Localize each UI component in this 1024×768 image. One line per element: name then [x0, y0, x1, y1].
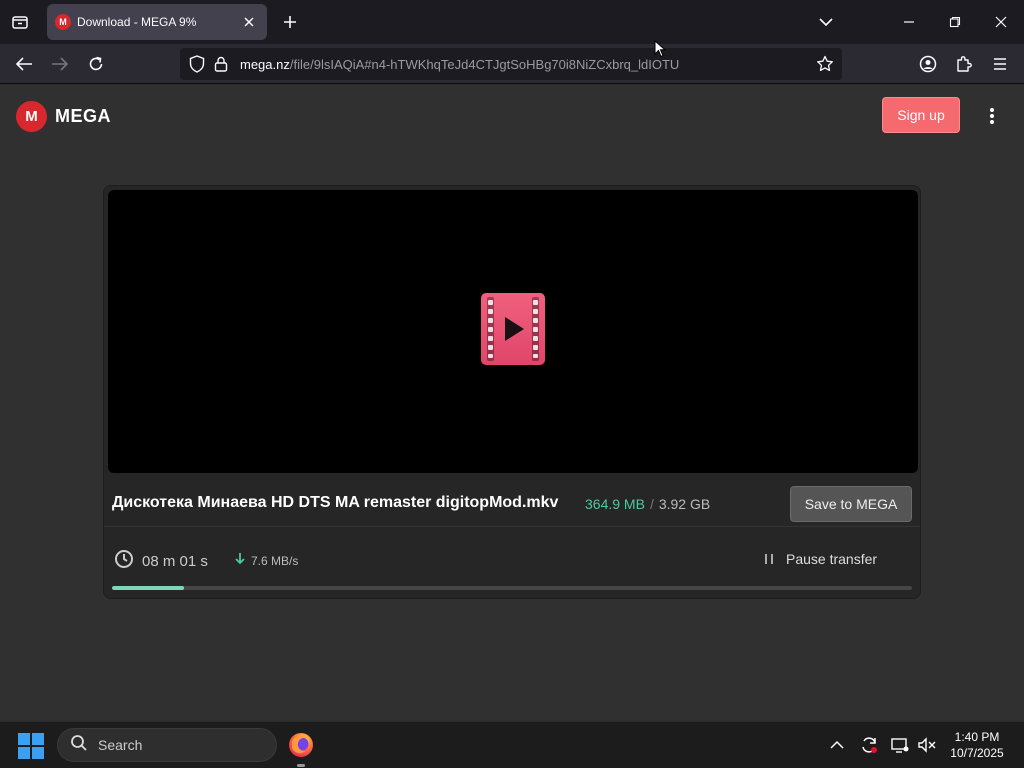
download-progress-fill	[112, 586, 184, 590]
close-icon[interactable]	[239, 12, 259, 32]
sync-icon[interactable]	[858, 734, 880, 756]
clock-icon	[114, 549, 134, 574]
tab-title: Download - MEGA 9%	[77, 15, 197, 29]
account-icon[interactable]	[916, 52, 940, 76]
reload-icon[interactable]	[84, 52, 108, 76]
tab-list-icon[interactable]	[8, 10, 32, 34]
extensions-icon[interactable]	[952, 52, 976, 76]
save-to-mega-button[interactable]: Save to MEGA	[790, 486, 912, 522]
url-path: /file/9lsIAQiA#n4-hTWKhqTeJd4CTJgtSoHBg7…	[289, 56, 680, 72]
forward-icon[interactable]	[48, 52, 72, 76]
url-text[interactable]: mega.nz/file/9lsIAQiA#n4-hTWKhqTeJd4CTJg…	[240, 57, 812, 72]
time-remaining: 08 m 01 s	[114, 549, 208, 574]
lock-icon[interactable]	[210, 53, 232, 75]
mega-logo[interactable]: M MEGA	[16, 101, 111, 132]
browser-tab[interactable]: M Download - MEGA 9%	[47, 4, 267, 40]
size-separator: /	[649, 496, 654, 512]
shield-icon[interactable]	[186, 53, 208, 75]
video-file-icon	[481, 293, 545, 370]
minimize-icon[interactable]	[895, 8, 923, 36]
system-clock[interactable]: 1:40 PM 10/7/2025	[944, 729, 1010, 761]
mouse-cursor	[654, 39, 667, 58]
back-icon[interactable]	[12, 52, 36, 76]
display-icon[interactable]	[889, 734, 911, 756]
firefox-running-indicator	[297, 764, 305, 767]
file-size: 364.9 MB/3.92 GB	[585, 496, 710, 512]
pause-transfer-label: Pause transfer	[786, 551, 878, 567]
navigation-bar: mega.nz/file/9lsIAQiA#n4-hTWKhqTeJd4CTJg…	[0, 44, 1024, 84]
speaker-muted-icon[interactable]	[916, 734, 938, 756]
chevron-up-icon[interactable]	[826, 734, 848, 756]
restore-icon[interactable]	[941, 8, 969, 36]
speed-text: 7.6 MB/s	[251, 554, 299, 568]
video-preview	[108, 190, 918, 473]
pause-icon	[762, 552, 776, 566]
url-host: mega.nz	[240, 56, 290, 72]
kebab-icon[interactable]	[980, 103, 1004, 129]
plus-icon[interactable]	[278, 10, 302, 34]
windows-icon[interactable]	[18, 733, 44, 759]
tab-strip: M Download - MEGA 9%	[0, 0, 1024, 44]
window-close-icon[interactable]	[987, 8, 1015, 36]
star-icon[interactable]	[812, 51, 838, 77]
search-placeholder: Search	[98, 737, 143, 753]
file-name: Дискотека Минаева HD DTS MA remaster dig…	[112, 494, 559, 511]
firefox-icon[interactable]	[288, 732, 314, 758]
download-arrow-icon	[234, 552, 246, 570]
clock-date: 10/7/2025	[950, 746, 1004, 760]
taskbar: Search 1:40 PM 10/7/2025	[0, 721, 1024, 768]
mega-logo-icon: M	[16, 101, 47, 132]
chevron-down-icon[interactable]	[812, 8, 840, 36]
downloaded-size: 364.9 MB	[585, 496, 645, 512]
mega-favicon-icon: M	[55, 14, 71, 30]
mega-logo-text: MEGA	[55, 106, 111, 126]
divider	[104, 526, 920, 527]
menu-icon[interactable]	[988, 52, 1012, 76]
time-remaining-text: 08 m 01 s	[142, 553, 208, 570]
pause-transfer-button[interactable]: Pause transfer	[762, 551, 877, 567]
total-size: 3.92 GB	[658, 496, 711, 512]
download-card: Дискотека Минаева HD DTS MA remaster dig…	[103, 185, 921, 599]
mega-download-page: M MEGA Sign up Дискотека Минаева HD DTS …	[0, 85, 1024, 721]
taskbar-search-box[interactable]: Search	[57, 728, 277, 762]
download-progress-bar	[112, 586, 912, 590]
sign-up-button[interactable]: Sign up	[882, 97, 960, 133]
transfer-speed: 7.6 MB/s	[234, 552, 298, 570]
clock-time: 1:40 PM	[954, 730, 1000, 744]
search-icon	[70, 734, 88, 757]
url-bar[interactable]: mega.nz/file/9lsIAQiA#n4-hTWKhqTeJd4CTJg…	[180, 48, 842, 80]
